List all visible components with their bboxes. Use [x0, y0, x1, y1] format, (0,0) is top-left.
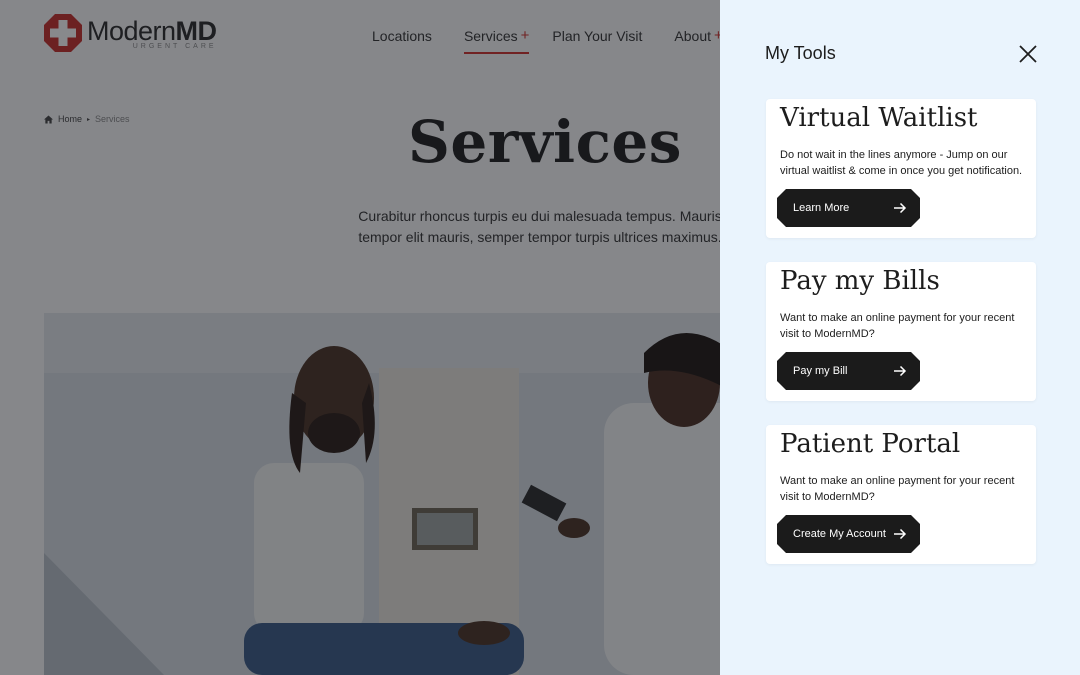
drawer-title: My Tools [765, 43, 836, 63]
my-tools-drawer: My Tools Virtual Waitlist Do not wait in… [720, 0, 1080, 675]
pay-my-bill-button[interactable]: Pay my Bill [777, 352, 920, 390]
card-description: Do not wait in the lines anymore - Jump … [780, 149, 1023, 177]
tool-card-pay-my-bills: Pay my Bills Want to make an online paym… [766, 262, 1036, 401]
close-icon [1019, 45, 1037, 63]
tool-card-virtual-waitlist: Virtual Waitlist Do not wait in the line… [766, 99, 1036, 238]
card-title: Patient Portal [780, 429, 961, 459]
arrow-right-icon [894, 528, 907, 540]
create-my-account-button[interactable]: Create My Account [777, 515, 920, 553]
tool-card-patient-portal: Patient Portal Want to make an online pa… [766, 425, 1036, 564]
arrow-right-icon [894, 365, 907, 377]
card-description: Want to make an online payment for your … [780, 312, 1015, 340]
modal-overlay[interactable] [0, 0, 720, 675]
learn-more-button[interactable]: Learn More [777, 189, 920, 227]
close-button[interactable] [1017, 43, 1039, 65]
card-title: Virtual Waitlist [780, 103, 978, 133]
arrow-right-icon [894, 202, 907, 214]
card-title: Pay my Bills [780, 266, 940, 296]
card-description: Want to make an online payment for your … [780, 475, 1015, 503]
